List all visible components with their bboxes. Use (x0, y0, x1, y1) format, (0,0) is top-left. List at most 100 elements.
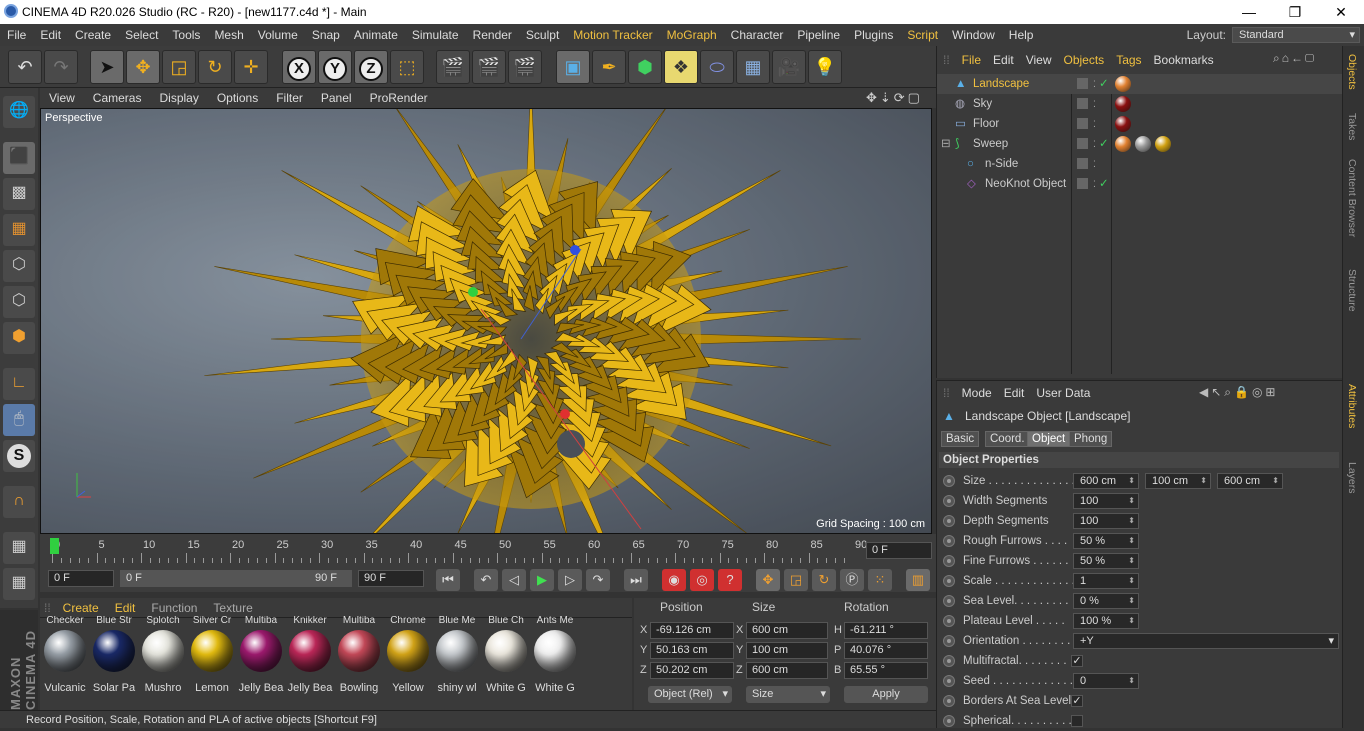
object-name[interactable]: NeoKnot Object (985, 174, 1066, 194)
layout-dropdown[interactable]: Standard ▾ (1232, 27, 1360, 43)
solo-button[interactable]: S (3, 440, 35, 472)
x-axis-button[interactable]: X (282, 50, 316, 84)
viewport-menu-view[interactable]: View (40, 91, 84, 105)
attribute-tab-object[interactable]: Object (1027, 431, 1071, 447)
deformer-button[interactable]: ⬭ (700, 50, 734, 84)
material-tag-icon[interactable] (1155, 136, 1171, 152)
live-selection-button[interactable]: ✛ (234, 50, 268, 84)
attribute-menu-edit[interactable]: Edit (998, 386, 1031, 400)
menu-script[interactable]: Script (900, 28, 945, 42)
autokey-button[interactable]: ◎ (690, 569, 714, 591)
menu-file[interactable]: File (0, 28, 33, 42)
menu-simulate[interactable]: Simulate (405, 28, 466, 42)
material-swatch[interactable]: Blue Me shiny wl (434, 616, 480, 708)
material-swatch[interactable]: Multiba Bowling (336, 616, 382, 708)
stepper-arrows-icon[interactable]: ⬍ (1200, 474, 1207, 488)
object-manager-nav-icons[interactable]: ⌕⌂←▢ (1273, 51, 1316, 66)
property-value-field[interactable]: 600 cm ⬍ (1217, 473, 1283, 489)
previous-key-button[interactable]: ↶ (474, 569, 498, 591)
move-tool-button[interactable]: ✥ (126, 50, 160, 84)
position-field[interactable]: -69.126 cm (650, 622, 734, 639)
property-value-field[interactable]: 50 % ⬍ (1073, 533, 1139, 549)
material-swatch[interactable]: Ants Me White G (532, 616, 578, 708)
collapse-icon[interactable]: ⊟ (941, 134, 951, 154)
property-value-field[interactable]: 0 % ⬍ (1073, 593, 1139, 609)
attribute-menu-mode[interactable]: Mode (956, 386, 998, 400)
material-tag-icon[interactable] (1135, 136, 1151, 152)
redo-button[interactable]: ↷ (44, 50, 78, 84)
position-key-button[interactable]: ✥ (756, 569, 780, 591)
object-menu-tags[interactable]: Tags (1110, 53, 1147, 67)
property-value-field[interactable]: 100 ⬍ (1073, 513, 1139, 529)
animate-radio-icon[interactable] (943, 475, 955, 487)
render-picture-viewer-button[interactable]: 🎬 (472, 50, 506, 84)
apply-button[interactable]: Apply (844, 686, 928, 703)
red-handle[interactable] (560, 409, 570, 419)
timeline-ruler[interactable]: 051015202530354045505560657075808590 (52, 537, 867, 563)
tweak-mode-button[interactable]: 🖱 (3, 404, 35, 436)
cube-object-button[interactable]: ▣ (556, 50, 590, 84)
orientation-dropdown[interactable]: +Y ▾ (1073, 633, 1339, 649)
layer-icon[interactable] (1077, 138, 1088, 149)
viewport-menu-panel[interactable]: Panel (312, 91, 361, 105)
menu-sculpt[interactable]: Sculpt (519, 28, 566, 42)
coordinate-mode-dropdown[interactable]: Object (Rel) ▾ (648, 686, 732, 703)
pen-spline-button[interactable]: ✒ (592, 50, 626, 84)
record-keys-button[interactable]: ◉ (662, 569, 686, 591)
stepper-arrows-icon[interactable]: ⬍ (1272, 474, 1279, 488)
material-swatch[interactable]: Checker Vulcanic (42, 616, 88, 708)
rotation-field[interactable]: 65.55 ° (844, 662, 928, 679)
layer-icon[interactable] (1077, 78, 1088, 89)
visibility-dots-icon[interactable]: ⁚ (1093, 134, 1096, 154)
attribute-tab-basic[interactable]: Basic (941, 431, 980, 447)
menu-motion-tracker[interactable]: Motion Tracker (566, 28, 659, 42)
perspective-viewport[interactable]: Perspective Grid Spacing : 100 cm (40, 108, 932, 534)
go-to-end-button[interactable]: ⏭ (624, 569, 648, 591)
animate-radio-icon[interactable] (943, 675, 955, 687)
scale-key-button[interactable]: ◲ (784, 569, 808, 591)
keyframe-selection-button[interactable]: ? (718, 569, 742, 591)
menu-tools[interactable]: Tools (165, 28, 207, 42)
visibility-dots-icon[interactable]: ⁚ (1093, 114, 1096, 134)
animate-radio-icon[interactable] (943, 615, 955, 627)
object-menu-file[interactable]: File (956, 53, 987, 67)
subdivision-button[interactable]: ⬢ (628, 50, 662, 84)
visibility-dots-icon[interactable]: ⁚ (1093, 154, 1096, 174)
property-value-field[interactable]: 1 ⬍ (1073, 573, 1139, 589)
animate-radio-icon[interactable] (943, 535, 955, 547)
workplane-lock-button[interactable]: ▦ (3, 532, 35, 564)
object-name[interactable]: n-Side (985, 154, 1018, 174)
animate-radio-icon[interactable] (943, 515, 955, 527)
polygons-mode-button[interactable]: ⬢ (3, 322, 35, 354)
property-value-field[interactable]: 100 cm ⬍ (1145, 473, 1211, 489)
material-swatch[interactable]: Multiba Jelly Bea (238, 616, 284, 708)
object-name[interactable]: Sweep (973, 134, 1008, 154)
go-to-start-button[interactable]: ⏮ (436, 569, 460, 591)
material-swatch[interactable]: Splotch Mushro (140, 616, 186, 708)
property-value-field[interactable]: 50 % ⬍ (1073, 553, 1139, 569)
camera-button[interactable]: 🎥 (772, 50, 806, 84)
enabled-check-icon[interactable]: ✓ (1099, 134, 1109, 154)
object-menu-view[interactable]: View (1020, 53, 1058, 67)
floor-button[interactable]: ▦ (736, 50, 770, 84)
rotation-key-button[interactable]: ↻ (812, 569, 836, 591)
menu-plugins[interactable]: Plugins (847, 28, 900, 42)
viewport-menu-prorender[interactable]: ProRender (361, 91, 437, 105)
layer-icon[interactable] (1077, 118, 1088, 129)
object-row-floor[interactable]: ▭ Floor ⁚ (937, 114, 1343, 134)
object-name[interactable]: Sky (973, 94, 992, 114)
playhead[interactable] (50, 538, 59, 554)
close-button[interactable]: ✕ (1318, 0, 1364, 24)
layer-icon[interactable] (1077, 178, 1088, 189)
object-menu-bookmarks[interactable]: Bookmarks (1148, 53, 1220, 67)
enabled-check-icon[interactable]: ✓ (1099, 174, 1109, 194)
phong-tag-icon[interactable] (1115, 136, 1131, 152)
visibility-dots-icon[interactable]: ⁚ (1093, 174, 1096, 194)
next-key-button[interactable]: ↷ (586, 569, 610, 591)
side-tab-content-browser[interactable]: Content Browser (1346, 159, 1358, 237)
material-swatch[interactable]: Silver Cr Lemon (189, 616, 235, 708)
stepper-arrows-icon[interactable]: ⬍ (1128, 474, 1135, 488)
array-generator-button[interactable]: ❖ (664, 50, 698, 84)
menu-window[interactable]: Window (945, 28, 1002, 42)
enabled-check-icon[interactable]: ✓ (1099, 74, 1109, 94)
